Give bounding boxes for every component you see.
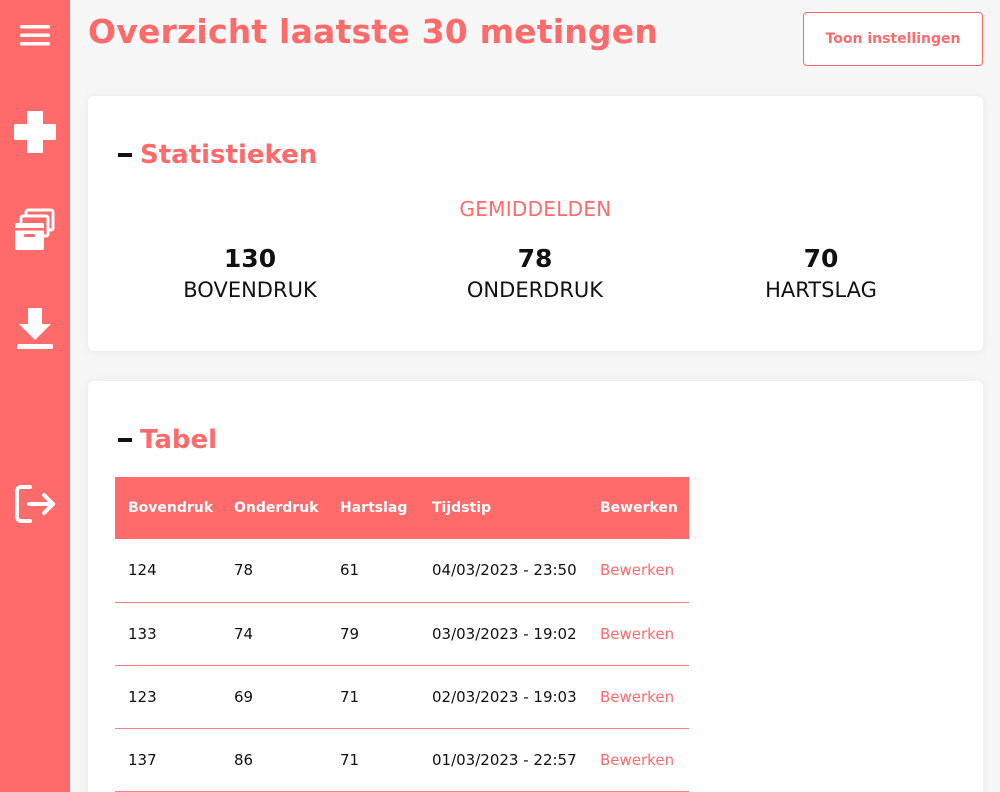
cell-time: 03/03/2023 - 19:02 bbox=[419, 602, 587, 666]
plus-icon[interactable] bbox=[0, 108, 70, 156]
cell-systolic: 137 bbox=[115, 728, 221, 792]
stat-value: 70 bbox=[803, 244, 839, 273]
edit-link[interactable]: Bewerken bbox=[600, 561, 674, 579]
edit-link[interactable]: Bewerken bbox=[600, 751, 674, 769]
edit-link[interactable]: Bewerken bbox=[600, 688, 674, 706]
collapse-statistics-toggle[interactable] bbox=[118, 153, 132, 157]
cell-diastolic: 69 bbox=[221, 665, 327, 729]
cell-time: 02/03/2023 - 19:03 bbox=[419, 665, 587, 729]
stat-label: ONDERDRUK bbox=[466, 278, 604, 302]
collapse-table-toggle[interactable] bbox=[118, 438, 132, 442]
stat-heart-rate: 70 HARTSLAG bbox=[671, 243, 971, 305]
statistics-card: Statistieken GEMIDDELDEN 130 BOVENDRUK 7… bbox=[88, 96, 983, 351]
cell-systolic: 124 bbox=[115, 539, 221, 603]
table-row: 124 78 61 04/03/2023 - 23:50 Bewerken bbox=[115, 539, 689, 603]
cell-time: 04/03/2023 - 23:50 bbox=[419, 539, 587, 603]
cell-diastolic: 74 bbox=[221, 602, 327, 666]
column-header-systolic[interactable]: Bovendruk bbox=[115, 477, 221, 539]
cell-heart-rate: 61 bbox=[327, 539, 419, 603]
stat-value: 78 bbox=[517, 244, 553, 273]
statistics-heading: Statistieken bbox=[118, 140, 317, 170]
column-header-heart-rate[interactable]: Hartslag bbox=[327, 477, 419, 539]
averages-caption: GEMIDDELDEN bbox=[459, 197, 612, 221]
cell-diastolic: 86 bbox=[221, 728, 327, 792]
cell-heart-rate: 79 bbox=[327, 602, 419, 666]
archive-icon[interactable] bbox=[0, 206, 70, 254]
cell-edit: Bewerken bbox=[587, 728, 689, 792]
cell-systolic: 123 bbox=[115, 665, 221, 729]
table-row: 137 86 71 01/03/2023 - 22:57 Bewerken bbox=[115, 728, 689, 792]
download-icon[interactable] bbox=[0, 304, 70, 352]
cell-heart-rate: 71 bbox=[327, 665, 419, 729]
cell-systolic: 133 bbox=[115, 602, 221, 666]
column-header-time[interactable]: Tijdstip bbox=[419, 477, 587, 539]
column-header-edit: Bewerken bbox=[587, 477, 689, 539]
table-heading: Tabel bbox=[118, 425, 217, 455]
measurements-table: Bovendruk Onderdruk Hartslag Tijdstip Be… bbox=[115, 477, 689, 792]
table-card: Tabel Bovendruk Onderdruk Hartslag Tijds… bbox=[88, 381, 983, 792]
logout-icon[interactable] bbox=[0, 480, 70, 528]
cell-heart-rate: 71 bbox=[327, 728, 419, 792]
stat-label: BOVENDRUK bbox=[183, 278, 317, 302]
table-title: Tabel bbox=[140, 425, 218, 455]
table-row: 123 69 71 02/03/2023 - 19:03 Bewerken bbox=[115, 665, 689, 729]
edit-link[interactable]: Bewerken bbox=[600, 625, 674, 643]
stat-label: HARTSLAG bbox=[765, 278, 877, 302]
cell-diastolic: 78 bbox=[221, 539, 327, 603]
show-settings-button[interactable]: Toon instellingen bbox=[803, 12, 983, 66]
table-row: 133 74 79 03/03/2023 - 19:02 Bewerken bbox=[115, 602, 689, 666]
cell-edit: Bewerken bbox=[587, 539, 689, 603]
stat-diastolic: 78 ONDERDRUK bbox=[385, 243, 685, 305]
cell-edit: Bewerken bbox=[587, 602, 689, 666]
cell-edit: Bewerken bbox=[587, 665, 689, 729]
stat-value: 130 bbox=[223, 244, 277, 273]
page-title: Overzicht laatste 30 metingen bbox=[88, 12, 659, 51]
menu-icon[interactable] bbox=[0, 12, 70, 58]
table-header-row: Bovendruk Onderdruk Hartslag Tijdstip Be… bbox=[115, 477, 689, 539]
sidebar bbox=[0, 0, 70, 792]
stat-systolic: 130 BOVENDRUK bbox=[100, 243, 400, 305]
statistics-title: Statistieken bbox=[140, 140, 318, 170]
column-header-diastolic[interactable]: Onderdruk bbox=[221, 477, 327, 539]
cell-time: 01/03/2023 - 22:57 bbox=[419, 728, 587, 792]
